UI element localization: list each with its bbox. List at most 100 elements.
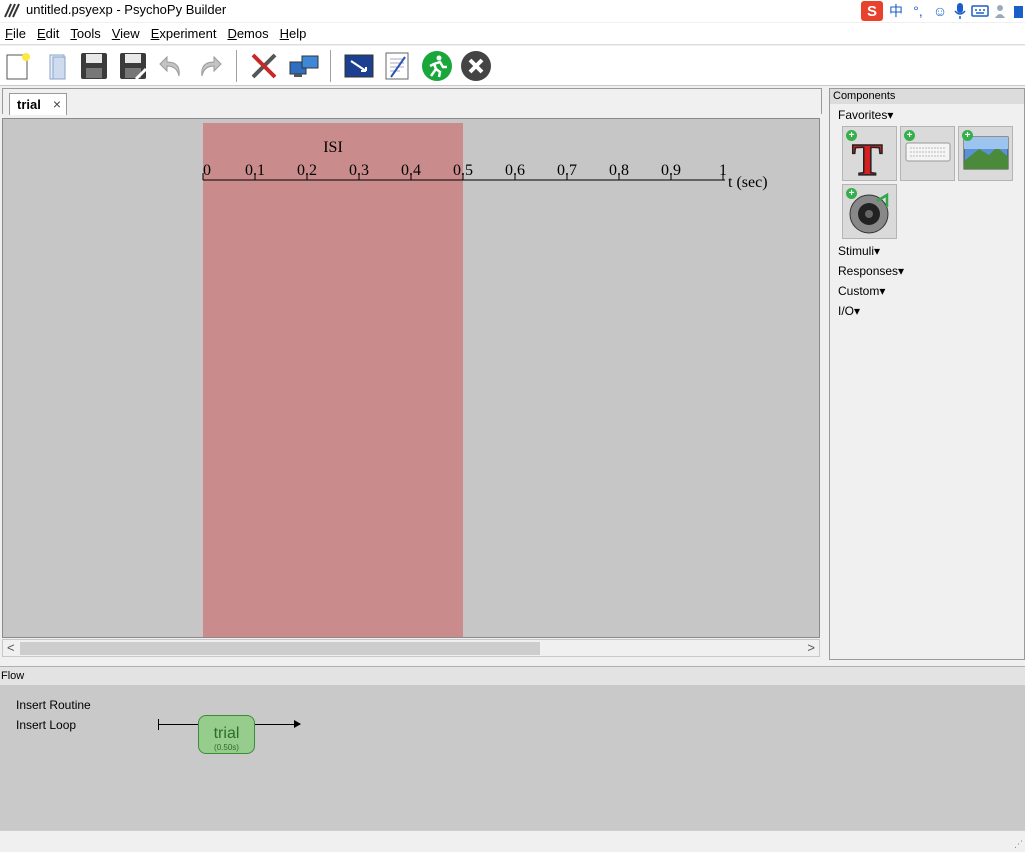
new-file-button[interactable] (2, 50, 34, 82)
keyboard-icon[interactable] (971, 4, 989, 18)
flow-arrow-icon (294, 720, 301, 728)
add-icon: + (846, 130, 857, 141)
custom-category[interactable]: Custom▾ (838, 284, 885, 298)
insert-routine-button[interactable]: Insert Routine (16, 698, 91, 712)
time-tick-label: 0.3 (349, 162, 369, 179)
system-tray: S 中 °, ☺ (861, 0, 1025, 22)
image-component-button[interactable]: + (958, 126, 1013, 181)
stop-icon (461, 51, 491, 81)
chevron-down-icon: ▾ (854, 304, 861, 318)
flow-routine-duration: (0.50s) (214, 743, 239, 752)
favorites-category[interactable]: Favorites▾ (838, 108, 893, 122)
add-icon: + (904, 130, 915, 141)
add-icon: + (846, 188, 857, 199)
menu-tools[interactable]: Tools (65, 23, 106, 45)
open-file-button[interactable] (42, 50, 74, 82)
svg-text:T: T (852, 134, 883, 180)
routine-tab-strip: trial × (2, 88, 822, 115)
save-as-button[interactable] (117, 50, 149, 82)
psychopy-logo-icon (4, 3, 20, 18)
compile-script-button[interactable] (343, 50, 375, 82)
run-icon (422, 51, 452, 81)
time-tick-label: 0.1 (245, 162, 265, 179)
insert-loop-button[interactable]: Insert Loop (16, 718, 76, 732)
experiment-settings-button[interactable] (381, 50, 413, 82)
tab-label: trial (17, 97, 41, 112)
close-icon[interactable]: × (53, 96, 61, 112)
chevron-down-icon: ▾ (874, 244, 881, 258)
punctuation-mode-label[interactable]: °, (909, 3, 927, 19)
smile-icon[interactable]: ☺ (931, 3, 949, 19)
io-category[interactable]: I/O▾ (838, 304, 860, 318)
routine-canvas[interactable]: ISI 0 0.1 0.2 0.3 0.4 0.5 0.6 0.7 0.8 0.9 1 t (sec… (2, 118, 820, 638)
redo-button[interactable] (194, 50, 226, 82)
scroll-left-icon[interactable]: < (7, 640, 15, 656)
menu-experiment[interactable]: Experiment (146, 23, 223, 45)
preferences-button[interactable] (248, 50, 280, 82)
menu-file[interactable]: File (0, 23, 32, 45)
toolbar (0, 46, 1025, 86)
time-tick-label: 0.8 (609, 162, 629, 179)
redo-icon (201, 55, 222, 77)
horizontal-scrollbar[interactable]: < > (2, 639, 820, 657)
chevron-down-icon: ▾ (898, 264, 905, 278)
menu-help[interactable]: Help (275, 23, 313, 45)
time-tick-label: 0.2 (297, 162, 317, 179)
scrollbar-thumb[interactable] (20, 642, 540, 655)
menu-view[interactable]: View (107, 23, 146, 45)
keyboard-component-button[interactable]: + (900, 126, 955, 181)
title-bar: untitled.psyexp - PsychoPy Builder S 中 °… (0, 0, 1025, 22)
chevron-down-icon: ▾ (887, 108, 894, 122)
sound-component-button[interactable]: + (842, 184, 897, 239)
time-tick-label: 0 (203, 162, 211, 179)
preferences-icon (251, 53, 277, 79)
menu-edit[interactable]: Edit (32, 23, 65, 45)
component-bar-isi[interactable] (203, 123, 463, 638)
save-icon (81, 53, 107, 79)
chevron-down-icon: ▾ (879, 284, 886, 298)
mic-icon[interactable] (953, 2, 967, 20)
flow-routine-name: trial (213, 725, 240, 742)
toolbar-separator (236, 50, 237, 82)
routine-panel: trial × ISI 0 0.1 0.2 0.3 0.4 0.5 0.6 0.7 0.8 0.9… (0, 88, 825, 660)
time-tick-label: 0.6 (505, 162, 525, 179)
text-component-button[interactable]: T + (842, 126, 897, 186)
menu-demos[interactable]: Demos (222, 23, 274, 45)
flow-routine-trial[interactable]: trial (0.50s) (198, 715, 255, 754)
shirt-icon[interactable] (1013, 3, 1023, 19)
ime-mode-label[interactable]: 中 (887, 1, 905, 21)
flow-header: Flow (0, 667, 1025, 685)
save-button[interactable] (78, 50, 110, 82)
user-icon[interactable] (993, 3, 1009, 19)
components-panel: Components Favorites▾ T + + + + Stimuli▾… (829, 88, 1025, 660)
monitor-center-button[interactable] (288, 50, 320, 82)
time-tick-label: 0.7 (557, 162, 577, 179)
monitor-center-icon (289, 55, 319, 77)
responses-category[interactable]: Responses▾ (838, 264, 904, 278)
time-unit-label: t (sec) (728, 174, 768, 191)
components-header: Components (830, 89, 1024, 104)
time-tick-label: 1 (719, 162, 727, 179)
status-bar: ⋰ (0, 830, 1025, 852)
ime-logo-icon[interactable]: S (861, 1, 883, 21)
add-icon: + (962, 130, 973, 141)
save-as-icon (120, 53, 148, 81)
time-tick-label: 0.5 (453, 162, 473, 179)
experiment-settings-icon (385, 52, 409, 80)
menu-bar: File Edit Tools View Experiment Demos He… (0, 23, 1025, 45)
time-tick-label: 0.4 (401, 162, 421, 179)
flow-panel: Flow Insert Routine Insert Loop trial (0… (0, 666, 1025, 830)
stop-button[interactable] (460, 50, 492, 82)
resize-grip-icon[interactable]: ⋰ (1014, 839, 1023, 850)
toolbar-separator (330, 50, 331, 82)
compile-script-icon (344, 54, 374, 78)
run-button[interactable] (421, 50, 453, 82)
routine-timeline: ISI 0 0.1 0.2 0.3 0.4 0.5 0.6 0.7 0.8 0.9 1 t (sec… (202, 123, 768, 638)
new-file-icon (6, 53, 30, 80)
undo-button[interactable] (155, 50, 187, 82)
tab-trial[interactable]: trial × (9, 93, 67, 115)
scroll-right-icon[interactable]: > (807, 640, 815, 656)
window-title: untitled.psyexp - PsychoPy Builder (26, 2, 227, 17)
undo-icon (159, 55, 180, 77)
stimuli-category[interactable]: Stimuli▾ (838, 244, 880, 258)
